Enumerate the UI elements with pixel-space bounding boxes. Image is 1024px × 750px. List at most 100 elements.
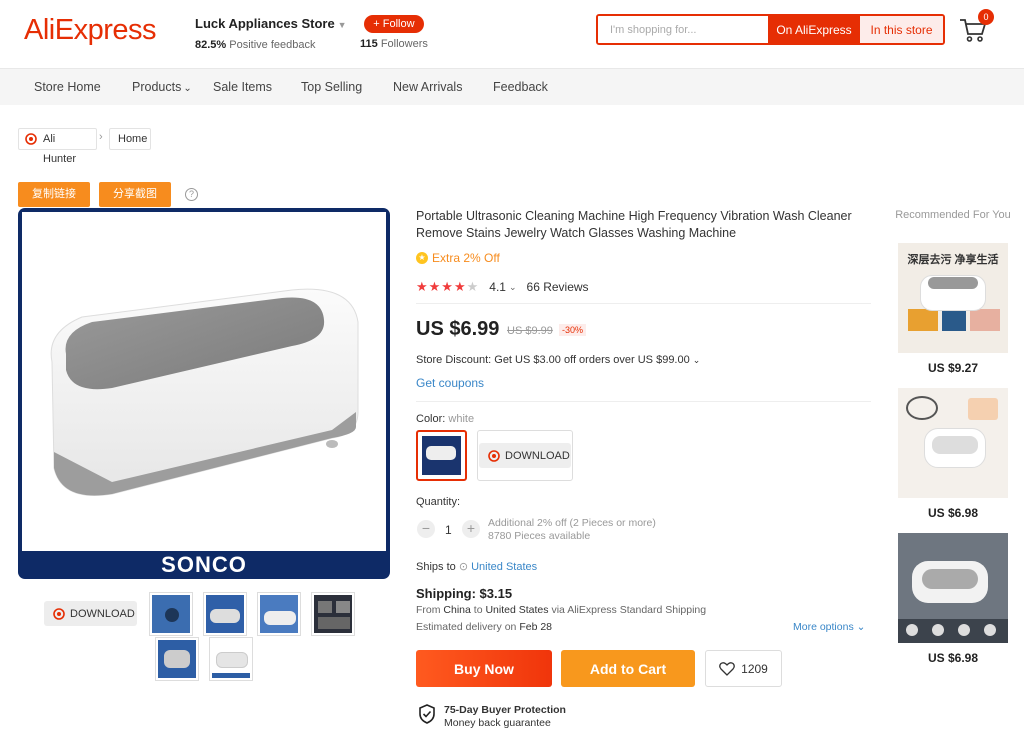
nav-feedback[interactable]: Feedback bbox=[493, 80, 548, 94]
buy-now-button[interactable]: Buy Now bbox=[416, 650, 552, 687]
ship-destination: United States bbox=[485, 604, 549, 616]
quantity-decrease-button[interactable]: − bbox=[417, 520, 435, 538]
recommended-item-2-image[interactable] bbox=[898, 388, 1008, 498]
thumbnail-3[interactable] bbox=[257, 592, 301, 636]
nav-products[interactable]: Products ⌄ bbox=[132, 80, 192, 94]
followers: 115 Followers bbox=[360, 38, 428, 50]
download-icon bbox=[488, 449, 500, 462]
copy-link-button[interactable]: 复制链接 bbox=[18, 182, 90, 207]
product-photo bbox=[22, 212, 386, 551]
thumbnail-5[interactable] bbox=[155, 637, 199, 681]
store-info: Luck Appliances Store ▼ 82.5% Positive fe… bbox=[195, 16, 347, 51]
thumbnail-2[interactable] bbox=[203, 592, 247, 636]
feedback-value: 82.5% bbox=[195, 39, 227, 51]
search-in-store-button[interactable]: In this store bbox=[860, 16, 943, 43]
store-name[interactable]: Luck Appliances Store ▼ bbox=[195, 16, 347, 31]
product-title: Portable Ultrasonic Cleaning Machine Hig… bbox=[416, 209, 852, 240]
reviews-link[interactable]: 66 Reviews bbox=[527, 280, 589, 294]
discount-badge: -30% bbox=[559, 324, 587, 336]
get-coupons-link[interactable]: Get coupons bbox=[416, 376, 484, 390]
chevron-down-icon: ⌄ bbox=[692, 355, 701, 365]
recommended-item-1-image[interactable]: 深层去污 净享生活 bbox=[898, 243, 1008, 353]
thumbnail-6[interactable] bbox=[209, 637, 253, 681]
nav-new-arrivals[interactable]: New Arrivals bbox=[393, 80, 462, 94]
thumbnail-1[interactable] bbox=[149, 592, 193, 636]
recommended-item-1-price[interactable]: US $9.27 bbox=[898, 361, 1008, 375]
ships-to-country[interactable]: United States bbox=[471, 561, 537, 573]
store-name-text[interactable]: Luck Appliances Store bbox=[195, 16, 335, 31]
quantity-value[interactable]: 1 bbox=[445, 523, 452, 537]
cart-button[interactable]: 0 bbox=[958, 9, 994, 44]
store-discount-text[interactable]: Store Discount: Get US $3.00 off orders … bbox=[416, 354, 690, 366]
search-on-aliexpress-button[interactable]: On AliExpress bbox=[768, 16, 860, 43]
divider bbox=[416, 401, 871, 402]
price: US $6.99 bbox=[416, 318, 500, 340]
store-discount[interactable]: Store Discount: Get US $3.00 off orders … bbox=[416, 354, 700, 366]
rating-stars-icon: ★★★★★ bbox=[416, 279, 480, 294]
aliexpress-logo[interactable]: AliExpress bbox=[24, 14, 157, 47]
nav-store-home[interactable]: Store Home bbox=[34, 80, 101, 94]
ships-to: Ships to ⊙ United States bbox=[416, 560, 537, 573]
more-options-link[interactable]: More options ⌄ bbox=[793, 621, 865, 633]
nav-sale-items[interactable]: Sale Items bbox=[213, 80, 272, 94]
help-icon[interactable]: ? bbox=[185, 188, 198, 201]
recommended-item-2-price[interactable]: US $6.98 bbox=[898, 506, 1008, 520]
breadcrumb-ali-hunter-label[interactable]: Ali Hunter bbox=[43, 133, 76, 165]
follow-button[interactable]: + Follow bbox=[364, 15, 424, 33]
search-input[interactable] bbox=[598, 16, 768, 43]
rating-row: ★★★★★ 4.1 ⌄ 66 Reviews bbox=[416, 279, 589, 295]
download-icon bbox=[53, 607, 65, 620]
coin-icon: ★ bbox=[416, 252, 428, 264]
recommended-item-3-price[interactable]: US $6.98 bbox=[898, 651, 1008, 665]
share-screenshot-button[interactable]: 分享截图 bbox=[99, 182, 171, 207]
protection-title: 75-Day Buyer Protection bbox=[444, 704, 566, 716]
color-download-button[interactable]: DOWNLOAD bbox=[479, 443, 571, 468]
buyer-protection: 75-Day Buyer Protection Money back guaran… bbox=[418, 704, 566, 730]
nav-products-label[interactable]: Products bbox=[132, 80, 181, 94]
color-download-label[interactable]: DOWNLOAD bbox=[505, 450, 570, 462]
feedback-label: Positive feedback bbox=[229, 39, 316, 51]
ship-from: From China to United States via AliExpre… bbox=[416, 604, 706, 616]
heart-icon bbox=[719, 661, 736, 676]
qty-available-text: 8780 Pieces available bbox=[488, 530, 591, 542]
followers-label: Followers bbox=[380, 38, 428, 50]
ship-origin: China bbox=[443, 604, 471, 616]
wishlist-button[interactable]: 1209 bbox=[705, 650, 782, 687]
color-option-white[interactable] bbox=[416, 430, 467, 481]
rating-value[interactable]: 4.1 bbox=[489, 280, 506, 294]
ali-hunter-icon bbox=[25, 133, 37, 145]
recommended-item-3-image[interactable] bbox=[898, 533, 1008, 643]
gallery-download-button[interactable]: DOWNLOAD bbox=[44, 601, 137, 626]
quantity-info: Additional 2% off (2 Pieces or more) 8780… bbox=[488, 517, 656, 543]
more-options-label[interactable]: More options bbox=[793, 621, 854, 633]
old-price: US $9.99 bbox=[507, 325, 553, 337]
cart-count-badge: 0 bbox=[978, 9, 994, 25]
add-to-cart-button[interactable]: Add to Cart bbox=[561, 650, 695, 687]
divider bbox=[416, 303, 871, 304]
nav-top-selling[interactable]: Top Selling bbox=[301, 80, 362, 94]
quantity-increase-button[interactable]: + bbox=[462, 520, 480, 538]
color-label-text: Color: bbox=[416, 413, 446, 425]
extra-off-label[interactable]: Extra 2% Off bbox=[432, 251, 500, 265]
delivery-prefix: Estimated delivery on bbox=[416, 621, 517, 633]
extra-off-badge[interactable]: ★ Extra 2% Off bbox=[416, 251, 500, 265]
estimated-delivery: Estimated delivery on Feb 28 bbox=[416, 621, 552, 633]
quantity-label: Quantity: bbox=[416, 496, 461, 508]
breadcrumb-ali-hunter[interactable]: Ali Hunter bbox=[18, 128, 97, 165]
main-product-image[interactable]: SONCO bbox=[18, 208, 390, 579]
breadcrumb-separator-icon: › bbox=[99, 131, 103, 143]
breadcrumb-home[interactable]: Home bbox=[109, 128, 151, 150]
ship-method: via AliExpress Standard Shipping bbox=[551, 604, 707, 616]
color-value: white bbox=[448, 413, 475, 425]
shield-icon bbox=[419, 704, 435, 724]
play-icon bbox=[165, 608, 179, 622]
followers-count: 115 bbox=[360, 38, 378, 50]
ship-from-to: to bbox=[473, 604, 483, 616]
search-bar: On AliExpress In this store bbox=[596, 14, 945, 45]
delivery-date: Feb 28 bbox=[519, 621, 553, 633]
chevron-down-icon[interactable]: ⌄ bbox=[509, 282, 517, 293]
caret-down-icon[interactable]: ▼ bbox=[338, 20, 347, 30]
thumbnail-4[interactable] bbox=[311, 592, 355, 636]
color-download-option[interactable]: DOWNLOAD bbox=[477, 430, 573, 481]
gallery-download-label[interactable]: DOWNLOAD bbox=[70, 608, 135, 620]
